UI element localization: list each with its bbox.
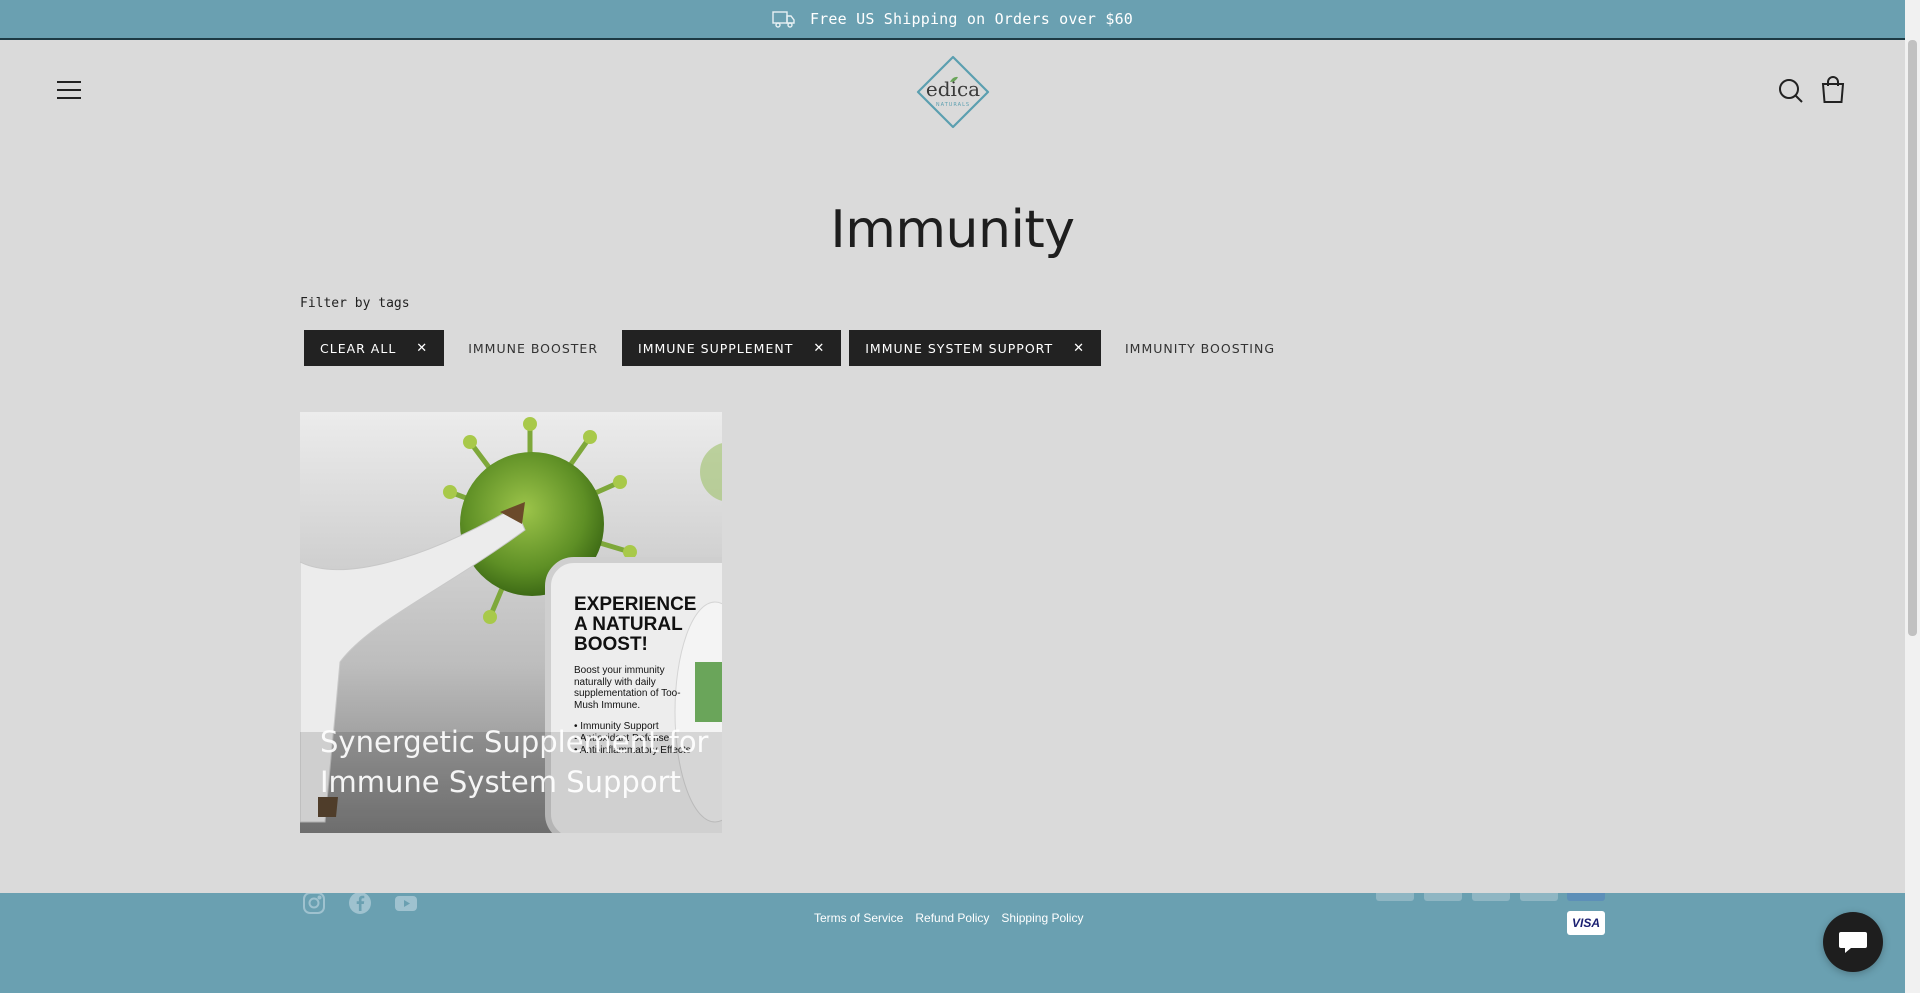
scrollbar-thumb[interactable] <box>1908 40 1917 636</box>
close-icon: ✕ <box>1073 340 1085 356</box>
tag-immune-system-support[interactable]: IMMUNE SYSTEM SUPPORT ✕ <box>849 330 1101 366</box>
site-logo[interactable]: edica NATURALS <box>916 55 990 129</box>
payment-icon <box>1472 893 1510 901</box>
instagram-icon[interactable] <box>302 893 326 915</box>
product-image-headline: EXPERIENCE A NATURAL BOOST! <box>574 594 697 655</box>
product-card[interactable]: EXPERIENCE A NATURAL BOOST! Boost your i… <box>300 412 722 833</box>
close-icon: ✕ <box>813 340 826 356</box>
refund-policy-link[interactable]: Refund Policy <box>915 911 989 925</box>
chat-button[interactable] <box>1823 912 1883 972</box>
tag-clear-all[interactable]: CLEAR ALL ✕ <box>304 330 445 366</box>
search-icon[interactable] <box>1778 78 1804 104</box>
policy-links: Terms of Service Refund Policy Shipping … <box>814 911 1083 925</box>
cart-icon[interactable] <box>1820 76 1846 104</box>
visa-payment-icon: VISA <box>1567 911 1605 935</box>
menu-icon[interactable] <box>57 81 81 99</box>
tag-label: CLEAR ALL <box>320 340 397 356</box>
site-header: edica NATURALS <box>0 42 1905 142</box>
chat-icon <box>1839 932 1867 953</box>
site-footer: Terms of Service Refund Policy Shipping … <box>0 893 1905 993</box>
svg-text:NATURALS: NATURALS <box>936 102 970 108</box>
youtube-icon[interactable] <box>394 893 418 915</box>
payment-icon <box>1376 893 1414 901</box>
tag-label: IMMUNE SUPPLEMENT <box>638 340 794 356</box>
filter-label: Filter by tags <box>300 296 410 311</box>
tag-filter-list: CLEAR ALL ✕ IMMUNE BOOSTER IMMUNE SUPPLE… <box>304 330 1291 366</box>
close-icon: ✕ <box>416 340 429 356</box>
product-title[interactable]: Synergetic Supplement for Immune System … <box>320 722 720 802</box>
payment-icon <box>1567 893 1605 901</box>
announcement-bar: Free US Shipping on Orders over $60 <box>0 0 1905 40</box>
payment-icon <box>1424 893 1462 901</box>
tag-label: IMMUNE BOOSTER <box>468 340 599 356</box>
tag-immune-booster[interactable]: IMMUNE BOOSTER <box>452 330 614 366</box>
tag-label: IMMUNITY BOOSTING <box>1125 340 1276 356</box>
page-title: Immunity <box>830 200 1075 260</box>
tag-label: IMMUNE SYSTEM SUPPORT <box>865 340 1054 356</box>
product-image-subtext: Boost your immunity naturally with daily… <box>574 665 681 711</box>
terms-of-service-link[interactable]: Terms of Service <box>814 911 903 925</box>
payment-icon <box>1520 893 1558 901</box>
announcement-text: Free US Shipping on Orders over $60 <box>809 10 1134 28</box>
tag-immunity-boosting[interactable]: IMMUNITY BOOSTING <box>1109 330 1291 366</box>
shipping-policy-link[interactable]: Shipping Policy <box>1001 911 1083 925</box>
tag-immune-supplement[interactable]: IMMUNE SUPPLEMENT ✕ <box>622 330 842 366</box>
truck-icon <box>772 11 795 28</box>
page-scrollbar[interactable] <box>1905 0 1920 993</box>
facebook-icon[interactable] <box>348 893 372 915</box>
